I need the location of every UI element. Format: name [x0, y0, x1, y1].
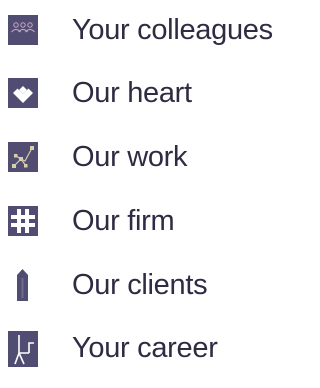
- nav-label-your-colleagues: Your colleagues: [72, 14, 273, 46]
- nav-label-our-heart: Our heart: [72, 77, 192, 109]
- nav-label-our-firm: Our firm: [72, 205, 175, 237]
- nav-label-our-clients: Our clients: [72, 269, 208, 301]
- nav-item-our-clients[interactable]: Our clients: [0, 262, 288, 314]
- nav-item-your-career[interactable]: Your career: [0, 325, 288, 377]
- people-group-icon: [8, 15, 38, 45]
- nav-item-our-heart[interactable]: Our heart: [0, 70, 288, 122]
- nav-item-your-colleagues[interactable]: Your colleagues: [0, 7, 288, 59]
- nav-label-our-work: Our work: [72, 141, 188, 173]
- nav-list: Your colleagues Our heart Our work Our f…: [0, 0, 288, 388]
- heart-icon: [8, 78, 38, 108]
- career-path-icon: [8, 331, 38, 367]
- network-nodes-icon: [8, 142, 38, 172]
- nav-item-our-firm[interactable]: Our firm: [0, 198, 288, 250]
- building-tower-icon: [14, 269, 31, 301]
- nav-label-your-career: Your career: [72, 332, 218, 364]
- hash-grid-icon: [8, 206, 38, 236]
- nav-item-our-work[interactable]: Our work: [0, 134, 288, 186]
